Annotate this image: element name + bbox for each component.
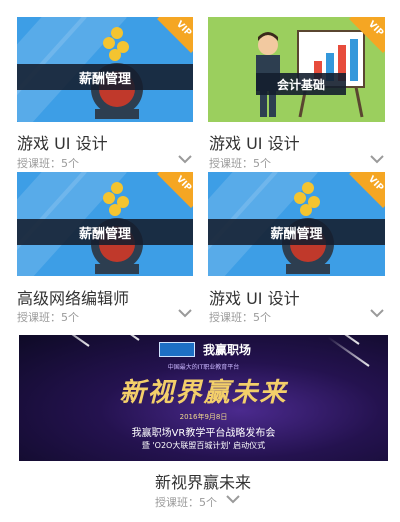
vip-badge: VIP xyxy=(153,17,193,57)
vip-badge: VIP xyxy=(345,172,385,212)
chevron-down-icon[interactable] xyxy=(178,309,192,318)
chevron-down-icon[interactable] xyxy=(370,309,384,318)
chevron-down-icon[interactable] xyxy=(226,495,240,504)
course-title[interactable]: 新视界赢未来 xyxy=(155,469,251,493)
vip-badge: VIP xyxy=(345,17,385,57)
course-title[interactable]: 高级网络编辑师 xyxy=(17,285,129,309)
banner-headline: 新视界赢未来 xyxy=(119,378,288,408)
course-class-count: 授课班：5个 xyxy=(155,496,217,509)
banner-subtitle: 我赢职场VR教学平台战略发布会 xyxy=(131,428,276,439)
course-class-count: 授课班：5个 xyxy=(209,311,271,324)
course-class-count: 授课班：5个 xyxy=(209,157,271,170)
banner-caption: 中国最大的IT职业教育平台 xyxy=(167,364,240,371)
featured-banner[interactable]: 我赢职场 中国最大的IT职业教育平台 新视界赢未来 2016年9月8日 我赢职场… xyxy=(19,335,388,461)
course-class-count: 授课班：5个 xyxy=(17,157,79,170)
thumbnail-label: 薪酬管理 xyxy=(78,227,131,242)
course-class-count: 授课班：5个 xyxy=(17,311,79,324)
course-thumbnail[interactable]: 薪酬管理 VIP xyxy=(17,17,193,122)
course-title[interactable]: 游戏 UI 设计 xyxy=(17,130,108,154)
banner-date: 2016年9月8日 xyxy=(179,413,228,421)
course-thumbnail[interactable]: 薪酬管理 VIP xyxy=(208,172,385,276)
logo-icon xyxy=(159,342,195,357)
course-title[interactable]: 游戏 UI 设计 xyxy=(209,130,300,154)
banner-subtitle-2: 暨 'O2O大联盟百城计划' 启动仪式 xyxy=(141,441,266,450)
light-streak xyxy=(39,335,90,347)
thumbnail-label: 薪酬管理 xyxy=(78,72,131,87)
chevron-down-icon[interactable] xyxy=(178,155,192,164)
chevron-down-icon[interactable] xyxy=(370,155,384,164)
brand-name: 我赢职场 xyxy=(203,343,252,357)
brand-logo: 我赢职场 xyxy=(159,341,279,359)
course-title[interactable]: 游戏 UI 设计 xyxy=(209,285,300,309)
course-thumbnail[interactable]: 会计基础 VIP xyxy=(208,17,385,122)
vip-badge: VIP xyxy=(153,172,193,212)
course-thumbnail[interactable]: 薪酬管理 VIP xyxy=(17,172,193,276)
thumbnail-label: 薪酬管理 xyxy=(270,227,323,242)
thumbnail-label: 会计基础 xyxy=(276,78,325,92)
